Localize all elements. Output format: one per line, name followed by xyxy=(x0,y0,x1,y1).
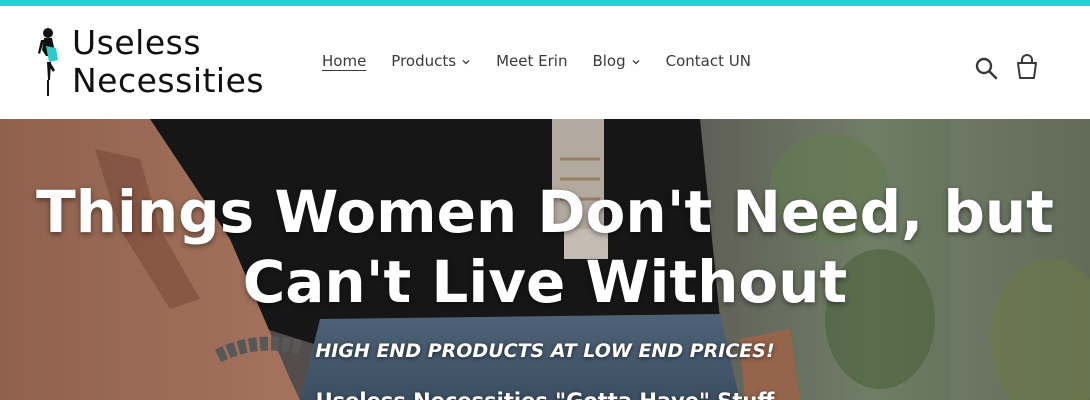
logo-figure-icon xyxy=(38,28,58,96)
nav-label-home: Home xyxy=(322,52,367,70)
nav-item-home[interactable]: Home xyxy=(322,52,366,70)
nav-label-products: Products xyxy=(391,52,457,70)
nav-label-contact: Contact UN xyxy=(665,52,751,70)
hero-title-line-2: Can't Live Without xyxy=(242,248,848,316)
cart-icon xyxy=(1017,54,1037,79)
hero-tagline: Useless Necessities "Gotta Have" Stuff xyxy=(0,389,1090,400)
brand-line-1: Useless xyxy=(72,23,202,62)
hero-banner: Things Women Don't Need, but Can't Live … xyxy=(0,119,1090,400)
nav-item-products[interactable]: Products xyxy=(391,52,471,70)
hero-title-line-1: Things Women Don't Need, but xyxy=(36,178,1054,246)
main-nav: Home Products Meet Erin Blog Contact UN xyxy=(322,52,776,70)
hero-subtitle: HIGH END PRODUCTS AT LOW END PRICES! xyxy=(315,340,775,362)
search-button[interactable] xyxy=(974,56,998,80)
brand-line-2: Necessities xyxy=(72,61,265,100)
nav-item-blog[interactable]: Blog xyxy=(592,52,640,70)
brand-wordmark: Useless Necessities xyxy=(72,24,264,100)
brand-logo[interactable]: Useless Necessities xyxy=(36,24,286,104)
chevron-down-icon xyxy=(632,60,640,65)
nav-label-blog: Blog xyxy=(592,52,626,70)
hero-title: Things Women Don't Need, but Can't Live … xyxy=(0,177,1090,317)
nav-label-meet-erin: Meet Erin xyxy=(496,52,568,70)
search-icon xyxy=(975,57,998,80)
site-header: Useless Necessities Home Products Meet E… xyxy=(0,6,1090,119)
cart-button[interactable] xyxy=(1014,54,1040,80)
nav-item-contact[interactable]: Contact UN xyxy=(666,52,751,70)
nav-item-meet-erin[interactable]: Meet Erin xyxy=(496,52,567,70)
chevron-down-icon xyxy=(462,60,470,65)
